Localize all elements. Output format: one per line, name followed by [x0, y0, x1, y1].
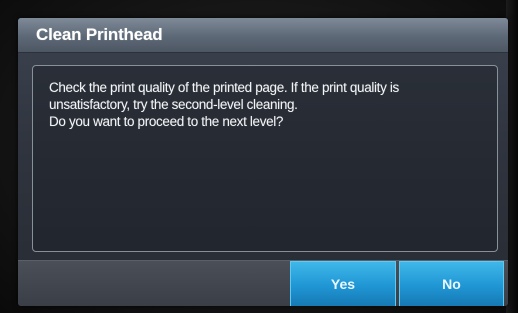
message-line: Check the print quality of the printed p…	[49, 80, 399, 95]
dialog-title: Clean Printhead	[36, 25, 163, 44]
yes-button[interactable]: Yes	[290, 261, 396, 306]
no-button[interactable]: No	[399, 261, 504, 306]
printer-touchscreen: Clean Printhead Check the print quality …	[18, 18, 508, 306]
device-photo: Clean Printhead Check the print quality …	[0, 0, 518, 313]
message-panel: Check the print quality of the printed p…	[32, 65, 498, 252]
dialog-title-bar: Clean Printhead	[18, 18, 508, 53]
button-bar: Yes No	[18, 260, 508, 306]
message-line: unsatisfactory, try the second-level cle…	[49, 97, 298, 112]
message-line: Do you want to proceed to the next level…	[49, 114, 284, 129]
